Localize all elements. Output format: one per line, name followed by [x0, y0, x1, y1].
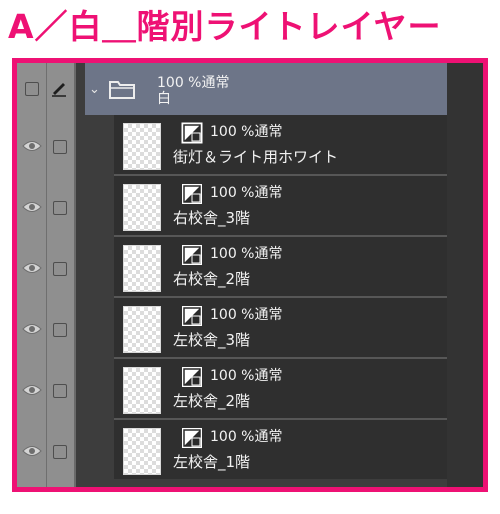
pen-icon[interactable] [50, 79, 68, 97]
layer-opacity: 100 % [210, 124, 255, 140]
layer-name: 左校舎_2階 [173, 392, 251, 410]
folder-row[interactable]: ⌄ 100 %通常 白 [17, 63, 483, 115]
edit-lock-checkbox[interactable] [53, 140, 67, 154]
eye-icon[interactable] [22, 322, 42, 336]
layer-row[interactable]: 100 %通常 右校舎_3階 [17, 176, 483, 237]
layer-row[interactable]: 100 %通常 街灯＆ライト用ホワイト [17, 115, 483, 176]
layer-panel-frame: ⌄ 100 %通常 白 100 %通常 街灯＆ライト用ホワイト 100 %通常 … [12, 58, 488, 492]
layer-opacity: 100 % [210, 307, 255, 323]
layer-blend-info: 100 %通常 [210, 427, 282, 447]
layer-name: 街灯＆ライト用ホワイト [173, 148, 339, 166]
layer-thumbnail [123, 184, 161, 231]
layer-thumbnail [123, 306, 161, 353]
layer-row[interactable]: 100 %通常 左校舎_1階 [17, 420, 483, 481]
eye-icon[interactable] [22, 200, 42, 214]
layer-row[interactable]: 100 %通常 右校舎_2階 [17, 237, 483, 298]
layer-opacity: 100 % [210, 185, 255, 201]
layer-blend-info: 100 %通常 [210, 244, 282, 264]
folder-opacity: 100 % [157, 75, 202, 91]
folder-name: 白 [157, 91, 171, 107]
layer-opacity: 100 % [210, 246, 255, 262]
layer-name: 左校舎_3階 [173, 331, 251, 349]
eye-icon[interactable] [22, 444, 42, 458]
layer-row[interactable]: 100 %通常 左校舎_3階 [17, 298, 483, 359]
layer-thumbnail [123, 367, 161, 414]
layer-thumbnail [123, 428, 161, 475]
layer-blend-mode: 通常 [254, 368, 283, 384]
raster-layer-icon [181, 122, 203, 144]
raster-layer-icon [182, 184, 202, 204]
edit-lock-checkbox[interactable] [53, 323, 67, 337]
edit-lock-checkbox[interactable] [53, 384, 67, 398]
layer-blend-info: 100 %通常 [210, 122, 282, 142]
folder-row-highlight [85, 63, 447, 115]
layer-name: 左校舎_1階 [173, 453, 251, 471]
folder-visibility-checkbox[interactable] [25, 82, 39, 96]
layer-panel: ⌄ 100 %通常 白 100 %通常 街灯＆ライト用ホワイト 100 %通常 … [17, 63, 483, 487]
eye-icon[interactable] [22, 383, 42, 397]
layer-thumbnail [123, 123, 161, 170]
layer-blend-mode: 通常 [254, 124, 283, 140]
layer-thumbnail [123, 245, 161, 292]
chevron-down-icon[interactable]: ⌄ [89, 83, 100, 96]
layer-blend-info: 100 %通常 [210, 366, 282, 386]
folder-blend-mode: 通常 [201, 75, 230, 91]
layer-blend-info: 100 %通常 [210, 305, 282, 325]
page-title: A／白＿階別ライトレイヤー [8, 7, 442, 46]
layer-blend-info: 100 %通常 [210, 183, 282, 203]
layer-opacity: 100 % [210, 368, 255, 384]
edit-lock-checkbox[interactable] [53, 262, 67, 276]
layer-name: 右校舎_3階 [173, 209, 251, 227]
raster-layer-icon [182, 367, 202, 387]
layer-name: 右校舎_2階 [173, 270, 251, 288]
edit-lock-checkbox[interactable] [53, 201, 67, 215]
eye-icon[interactable] [22, 139, 42, 153]
edit-lock-checkbox[interactable] [53, 445, 67, 459]
layer-row[interactable]: 100 %通常 左校舎_2階 [17, 359, 483, 420]
raster-layer-icon [182, 306, 202, 326]
layer-blend-mode: 通常 [254, 307, 283, 323]
layer-opacity: 100 % [210, 429, 255, 445]
raster-layer-icon [182, 428, 202, 448]
layer-blend-mode: 通常 [254, 429, 283, 445]
layer-blend-mode: 通常 [254, 185, 283, 201]
eye-icon[interactable] [22, 261, 42, 275]
layer-blend-mode: 通常 [254, 246, 283, 262]
folder-blend-info: 100 %通常 [157, 75, 229, 91]
raster-layer-icon [182, 245, 202, 265]
folder-icon [109, 81, 135, 99]
